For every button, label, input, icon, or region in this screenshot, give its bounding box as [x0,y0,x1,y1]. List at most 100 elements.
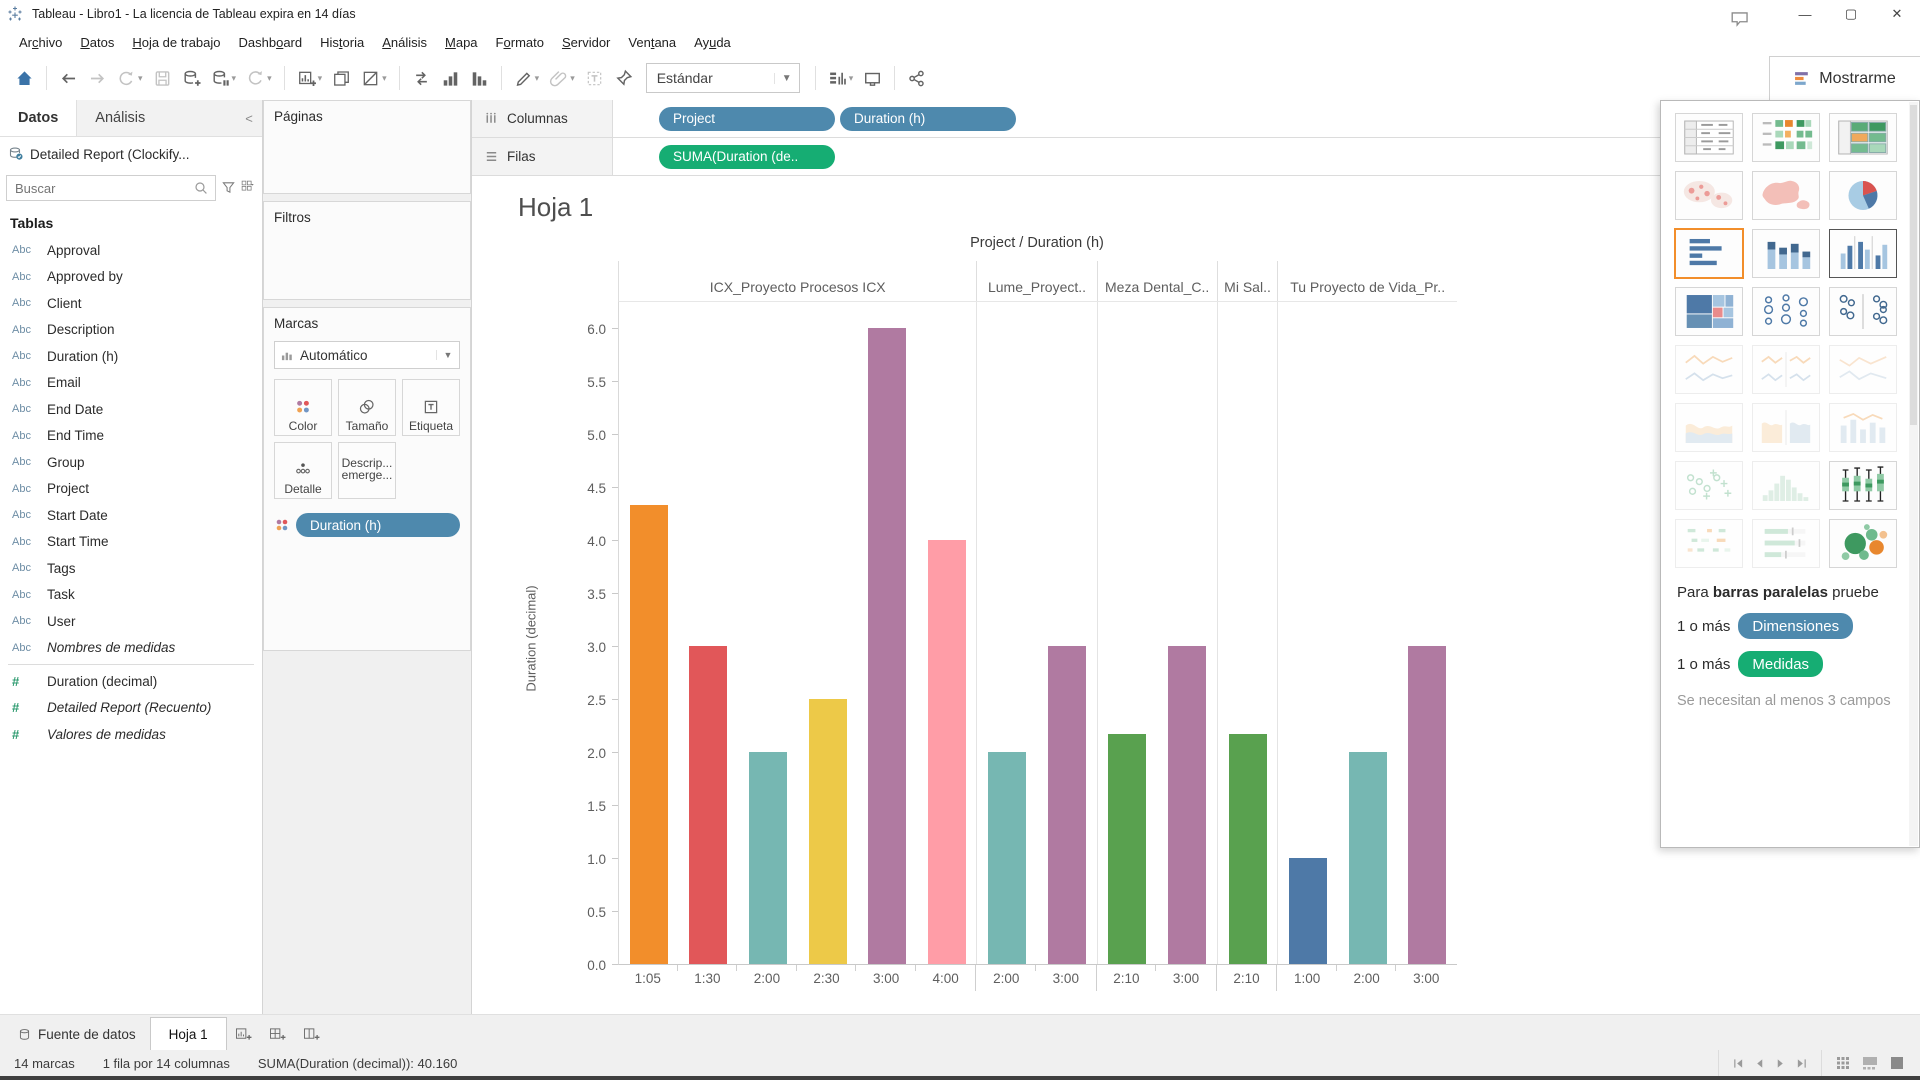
bar-mark-icx-105[interactable] [630,505,668,964]
show-mark-labels-button[interactable] [580,63,609,93]
bar-mark-lume-300[interactable] [1048,646,1086,964]
new-datasource-button[interactable] [177,63,206,93]
bar-mark-icx-300[interactable] [868,328,906,964]
showme-text-table[interactable] [1675,113,1743,162]
close-button[interactable]: ✕ [1874,0,1920,28]
tooltip-flag-icon[interactable] [1730,10,1752,28]
marks-pill-duration[interactable]: Duration (h) [296,513,460,537]
group-members-button[interactable]: ▾ [544,63,580,93]
column-header[interactable]: ICX_Proyecto Procesos ICX [619,261,977,301]
new-story-button[interactable] [295,1018,329,1051]
filter-fields-icon[interactable] [221,180,236,196]
bar-mark-mi-sal--210[interactable] [1229,734,1267,964]
showme-pie-chart[interactable] [1829,171,1897,220]
last-sheet-icon[interactable] [1796,1058,1807,1069]
field-group[interactable]: AbcGroup [0,449,262,476]
mark-type-dropdown[interactable]: Automático ▼ [274,341,460,369]
undo-button[interactable] [54,63,83,93]
showme-packed-bubbles[interactable] [1829,519,1897,568]
fit-button[interactable]: ▾ [823,63,859,93]
datasource-row[interactable]: Detailed Report (Clockify... [0,137,262,171]
size-marks-button[interactable]: Tamaño [338,379,396,436]
x-axis[interactable]: 1:051:302:002:303:004:002:003:002:103:00… [618,965,1456,991]
sort-ascending-button[interactable] [436,63,465,93]
field-tags[interactable]: AbcTags [0,555,262,582]
showme-highlight-table[interactable] [1752,113,1820,162]
field-detailed-report-recuento-[interactable]: #Detailed Report (Recuento) [0,695,262,722]
field-project[interactable]: AbcProject [0,476,262,503]
search-field[interactable] [13,180,193,197]
bar-mark-tu-proyecto-de-vida-300[interactable] [1408,646,1446,964]
filters-card[interactable]: Filtros [263,201,471,300]
view-as-grid-icon[interactable] [241,180,256,196]
bar-mark-lume-200[interactable] [988,752,1026,964]
field-approval[interactable]: AbcApproval [0,237,262,264]
showme-side-by-side-bars[interactable] [1829,229,1897,278]
first-sheet-icon[interactable] [1733,1058,1744,1069]
home-button[interactable] [10,63,39,93]
field-end-date[interactable]: AbcEnd Date [0,396,262,423]
bar-mark-tu-proyecto-de-vida-200[interactable] [1349,752,1387,964]
field-duration-h-[interactable]: AbcDuration (h) [0,343,262,370]
field-approved-by[interactable]: AbcApproved by [0,264,262,291]
field-description[interactable]: AbcDescription [0,317,262,344]
field-email[interactable]: AbcEmail [0,370,262,397]
field-end-time[interactable]: AbcEnd Time [0,423,262,450]
run-updates-button[interactable]: ▾ [241,63,277,93]
rows-pill-suma-duration-de-[interactable]: SUMA(Duration (de.. [659,145,835,169]
sheet-sorter-view-icon[interactable] [1836,1056,1850,1070]
bar-mark-tu-proyecto-de-vida-100[interactable] [1289,858,1327,964]
share-button[interactable] [902,63,931,93]
columns-pill-duration-h-[interactable]: Duration (h) [840,107,1016,131]
filmstrip-view-icon[interactable] [1862,1056,1878,1070]
column-header[interactable]: Mi Sal.. [1218,261,1279,301]
showme-horizontal-bars[interactable] [1674,228,1744,279]
bar-mark-meza-dental-210[interactable] [1108,734,1146,964]
tab-analisis[interactable]: Análisis [76,100,236,136]
datasource-tab[interactable]: Fuente de datos [4,1017,150,1051]
field-task[interactable]: AbcTask [0,582,262,609]
showme-treemap[interactable] [1675,287,1743,336]
showme-stacked-bars[interactable] [1752,229,1820,278]
column-header[interactable]: Meza Dental_C.. [1098,261,1218,301]
y-axis[interactable]: 0.00.51.01.52.02.53.03.54.04.55.05.56.0 [540,301,618,965]
tooltip-marks-button[interactable]: Descrip...emerge... [338,442,396,499]
field-user[interactable]: AbcUser [0,608,262,635]
menu-servidor[interactable]: Servidor [553,31,619,54]
presentation-button[interactable] [858,63,887,93]
pages-card[interactable]: Páginas [263,100,471,194]
pause-updates-button[interactable]: ▾ [206,63,242,93]
menu-archivo[interactable]: Archivo [10,31,71,54]
new-dashboard-button[interactable] [261,1018,295,1051]
bar-mark-meza-dental-300[interactable] [1168,646,1206,964]
menu-hoja-de-trabajo[interactable]: Hoja de trabajo [123,31,229,54]
field-duration-decimal-[interactable]: #Duration (decimal) [0,668,262,695]
duplicate-button[interactable] [327,63,356,93]
replay-button[interactable]: ▾ [112,63,148,93]
minimize-button[interactable]: — [1782,0,1828,28]
bar-mark-icx-130[interactable] [689,646,727,964]
field-valores-de-medidas[interactable]: #Valores de medidas [0,721,262,748]
menu-análisis[interactable]: Análisis [373,31,436,54]
field-start-date[interactable]: AbcStart Date [0,502,262,529]
collapse-pane-button[interactable]: < [236,100,262,136]
field-nombres-de-medidas[interactable]: AbcNombres de medidas [0,635,262,662]
save-button[interactable] [148,63,177,93]
showme-box-whisker[interactable] [1829,461,1897,510]
menu-ventana[interactable]: Ventana [619,31,685,54]
label-marks-button[interactable]: Etiqueta [402,379,460,436]
menu-ayuda[interactable]: Ayuda [685,31,740,54]
sort-descending-button[interactable] [465,63,494,93]
show-me-button[interactable]: Mostrarme [1769,56,1920,101]
sheet-tab-hoja1[interactable]: Hoja 1 [150,1017,227,1051]
show-me-scrollbar[interactable] [1909,102,1918,846]
showme-heat-map[interactable] [1829,113,1897,162]
new-worksheet-button[interactable] [227,1018,261,1051]
next-sheet-icon[interactable] [1775,1058,1786,1069]
field-client[interactable]: AbcClient [0,290,262,317]
tab-datos[interactable]: Datos [0,100,76,136]
fix-axes-button[interactable] [609,63,638,93]
menu-mapa[interactable]: Mapa [436,31,487,54]
bar-mark-icx-200[interactable] [749,752,787,964]
search-input[interactable] [6,175,216,201]
